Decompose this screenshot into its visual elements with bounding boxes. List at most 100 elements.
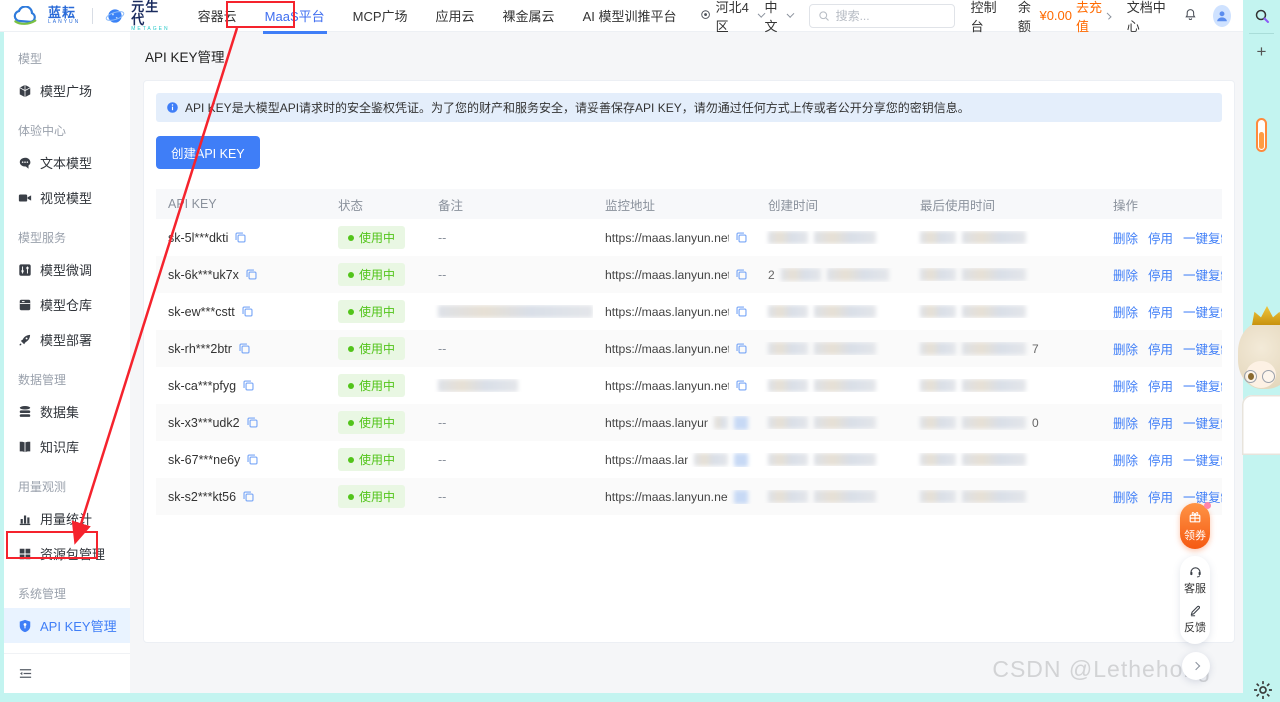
created-time-cell [756, 453, 908, 466]
status-dot [348, 419, 354, 426]
copy-icon[interactable] [735, 268, 748, 281]
copy-icon[interactable] [245, 268, 258, 281]
copy-all-link[interactable]: 一键复制 [1183, 339, 1222, 358]
copy-icon[interactable] [238, 342, 251, 355]
delete-link[interactable]: 删除 [1113, 302, 1138, 321]
delete-link[interactable]: 删除 [1113, 487, 1138, 506]
sidebar-item[interactable]: 模型部署 [4, 322, 130, 357]
sidebar-collapse-button[interactable] [4, 653, 130, 693]
copy-icon[interactable] [246, 453, 259, 466]
copy-icon[interactable] [242, 490, 255, 503]
nav-item-1[interactable]: MaaS平台 [262, 0, 327, 34]
delete-link[interactable]: 删除 [1113, 339, 1138, 358]
disable-link[interactable]: 停用 [1148, 265, 1173, 284]
column-header: 备注 [438, 198, 464, 213]
top-nav-right: 中文 控制台 余额 ¥0.00 去充值 文档中心 [764, 0, 1231, 35]
nav-item-3[interactable]: 应用云 [434, 0, 477, 33]
coupon-button[interactable]: 领券 [1180, 502, 1211, 549]
api-key-cell: sk-s2***kt56 [156, 490, 326, 504]
nav-item-2[interactable]: MCP广场 [351, 0, 410, 33]
disable-link[interactable]: 停用 [1148, 228, 1173, 247]
database-icon [18, 405, 32, 419]
sidebar-item[interactable]: API KEY管理 [4, 608, 130, 643]
sidebar-item[interactable]: 模型广场 [4, 73, 130, 108]
created-time-cell [756, 416, 908, 429]
docs-link[interactable]: 文档中心 [1127, 0, 1169, 35]
disable-link[interactable]: 停用 [1148, 413, 1173, 432]
copy-icon[interactable] [735, 379, 748, 392]
copy-all-link[interactable]: 一键复制 [1183, 376, 1222, 395]
expand-widgets-button[interactable] [1182, 652, 1210, 680]
status-dot [348, 271, 354, 278]
feedback-button[interactable]: 反馈 [1184, 604, 1206, 635]
sidebar-item-label: 文本模型 [40, 156, 93, 171]
nav-item-0[interactable]: 容器云 [196, 0, 239, 33]
delete-link[interactable]: 删除 [1113, 450, 1138, 469]
balance-widget[interactable]: 余额 ¥0.00 去充值 [1018, 0, 1113, 35]
lastused-time-cell [908, 268, 1101, 281]
status-dot [348, 493, 354, 500]
recharge-link[interactable]: 去充值 [1076, 0, 1102, 35]
sidebar-item[interactable]: 视觉模型 [4, 180, 130, 215]
metagen-brand-name: 元生代 METAGEN [131, 0, 170, 32]
status-dot [348, 382, 354, 389]
status-badge: 使用中 [338, 300, 406, 323]
sidebar-item[interactable]: 数据集 [4, 394, 130, 429]
bell-icon[interactable] [1184, 8, 1197, 24]
copy-all-link[interactable]: 一键复制 [1183, 413, 1222, 432]
sidebar-item[interactable]: 文本模型 [4, 145, 130, 180]
copy-all-link[interactable]: 一键复制 [1183, 265, 1222, 284]
global-search[interactable] [808, 3, 955, 28]
status-cell: 使用中 [326, 411, 426, 434]
copy-icon[interactable] [242, 379, 255, 392]
copy-icon[interactable] [234, 231, 247, 244]
package-icon [18, 547, 32, 561]
user-avatar[interactable] [1213, 4, 1231, 27]
copy-icon[interactable] [735, 342, 748, 355]
sidebar-item[interactable]: 模型微调 [4, 252, 130, 287]
delete-link[interactable]: 删除 [1113, 265, 1138, 284]
copy-icon[interactable] [735, 231, 748, 244]
language-selector[interactable]: 中文 [764, 0, 794, 35]
status-badge: 使用中 [338, 411, 406, 434]
region-selector[interactable]: 河北4区 [700, 0, 766, 35]
nav-item-5[interactable]: AI 模型训推平台 [581, 0, 679, 33]
created-time-cell [756, 379, 908, 392]
monitor-cell: https://maas.lanyun.net/# [593, 415, 756, 430]
remark-value: -- [438, 415, 447, 430]
copy-all-link[interactable]: 一键复制 [1183, 228, 1222, 247]
sidebar-item[interactable]: 知识库 [4, 429, 130, 464]
disable-link[interactable]: 停用 [1148, 339, 1173, 358]
disable-link[interactable]: 停用 [1148, 302, 1173, 321]
delete-link[interactable]: 删除 [1113, 376, 1138, 395]
remark-value: -- [438, 489, 447, 504]
disable-link[interactable]: 停用 [1148, 487, 1173, 506]
disable-link[interactable]: 停用 [1148, 376, 1173, 395]
copy-all-link[interactable]: 一键复制 [1183, 450, 1222, 469]
status-dot [348, 456, 354, 463]
create-api-key-button[interactable]: 创建API KEY [156, 136, 260, 169]
copy-all-link[interactable]: 一键复制 [1183, 302, 1222, 321]
sidebar-item[interactable]: 用量统计 [4, 501, 130, 536]
delete-link[interactable]: 删除 [1113, 413, 1138, 432]
disable-link[interactable]: 停用 [1148, 450, 1173, 469]
column-header: 创建时间 [768, 198, 819, 213]
brand-divider [92, 7, 94, 24]
sidebar-item[interactable]: 模型仓库 [4, 287, 130, 322]
monitor-cell: https://maas.lanyun.net/#/s... [593, 379, 756, 393]
status-badge: 使用中 [338, 263, 406, 286]
api-key-value: sk-x3***udk2 [168, 415, 240, 430]
strip-add-button[interactable]: + [1243, 43, 1280, 60]
copy-icon[interactable] [246, 416, 259, 429]
table-row: sk-67***ne6y 使用中 -- https://maas.lanyun 删除停用… [156, 441, 1222, 478]
copy-icon[interactable] [241, 305, 254, 318]
nav-item-4[interactable]: 裸金属云 [501, 0, 557, 33]
customer-service-button[interactable]: 客服 [1184, 565, 1206, 596]
console-link[interactable]: 控制台 [971, 0, 1002, 35]
sidebar-item[interactable]: 资源包管理 [4, 536, 130, 571]
delete-link[interactable]: 删除 [1113, 228, 1138, 247]
copy-icon[interactable] [735, 305, 748, 318]
blurred-text [814, 342, 876, 355]
search-input[interactable] [835, 8, 946, 23]
strip-search-icon[interactable] [1254, 8, 1270, 24]
